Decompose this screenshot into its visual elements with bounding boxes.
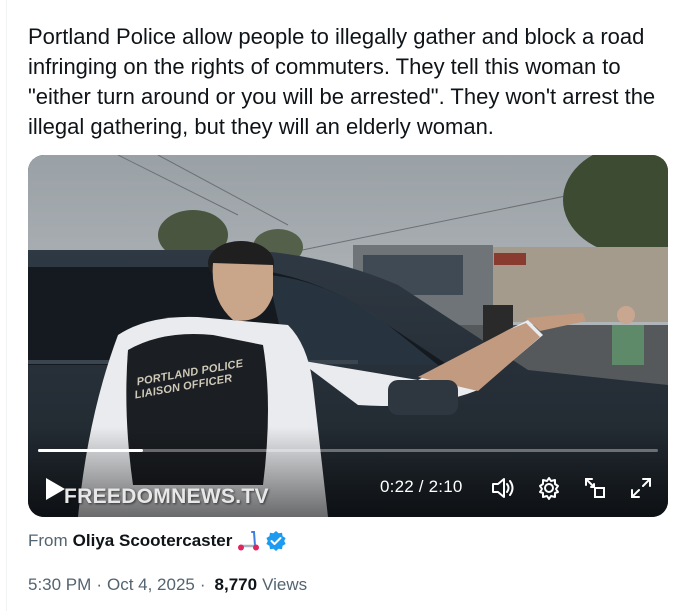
fullscreen-button[interactable] (628, 475, 654, 501)
attribution-line: From Oliya Scootercaster (28, 530, 287, 552)
views-count[interactable]: 8,770 (215, 575, 258, 595)
fullscreen-icon (631, 478, 651, 498)
meta-separator: · (199, 575, 206, 594)
video-player[interactable]: PORTLAND POLICE LIAISON OFFICER FREEDOMN… (28, 155, 668, 517)
timeline-border (6, 0, 7, 611)
video-watermark: FREEDOMNEWS.TV (64, 485, 269, 508)
from-label: From (28, 531, 68, 550)
video-progress-bar[interactable] (38, 449, 658, 452)
verified-badge-icon (266, 531, 286, 551)
author-link[interactable]: Oliya Scootercaster (73, 531, 233, 551)
volume-icon (492, 478, 514, 498)
scooter-icon (238, 531, 260, 551)
tweet-text: Portland Police allow people to illegall… (28, 24, 656, 139)
tweet-date[interactable]: Oct 4, 2025 (107, 575, 195, 595)
picture-in-picture-button[interactable] (582, 475, 608, 501)
picture-in-picture-icon (585, 478, 605, 498)
tweet-time[interactable]: 5:30 PM (28, 575, 91, 595)
play-button[interactable] (44, 477, 66, 501)
volume-button[interactable] (490, 475, 516, 501)
settings-gear-icon (539, 477, 559, 500)
meta-separator: · (96, 575, 102, 594)
views-label: Views (262, 575, 308, 594)
tweet-meta: 5:30 PM · Oct 4, 2025 · 8,770 Views (28, 575, 307, 595)
video-progress-fill (38, 449, 143, 452)
play-icon (46, 478, 65, 500)
settings-button[interactable] (536, 475, 562, 501)
video-time-display: 0:22 / 2:10 (380, 477, 463, 496)
